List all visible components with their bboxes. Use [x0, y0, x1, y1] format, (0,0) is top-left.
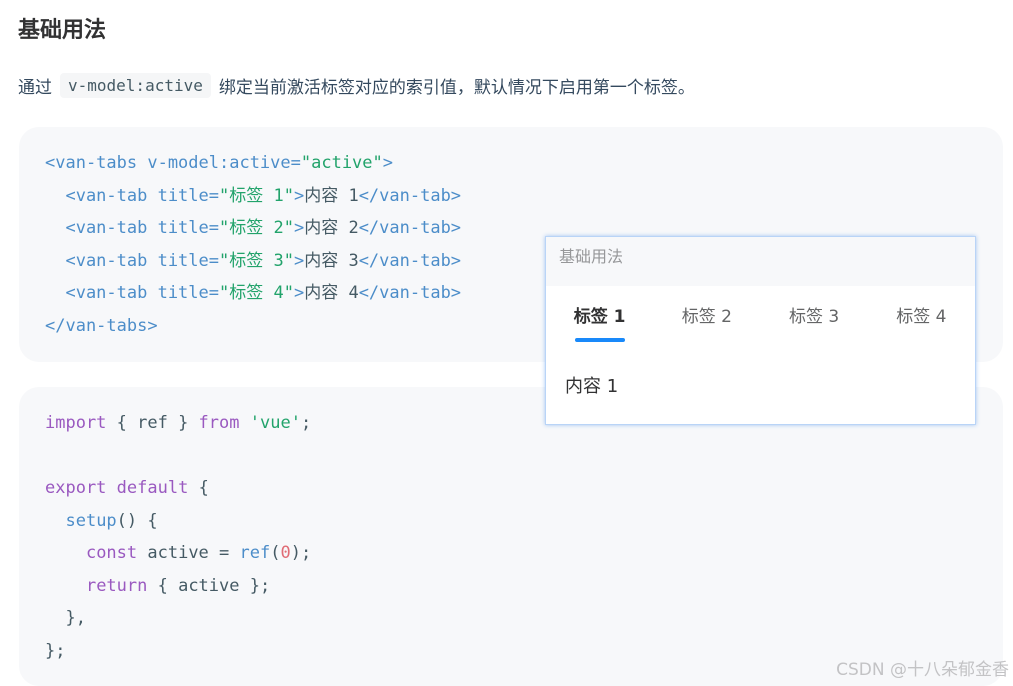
code-token: > [382, 153, 394, 173]
code-token: }; [45, 640, 66, 661]
code-token: setup [65, 510, 117, 531]
section-description: 通过 v-model:active 绑定当前激活标签对应的索引值，默认情况下启用… [18, 70, 695, 100]
code-token: { [188, 478, 209, 498]
active-tab-indicator [574, 338, 625, 342]
tab-label: 标签 2 [681, 306, 732, 327]
code-token: ref [239, 543, 271, 563]
code-token: "标签 2" [219, 218, 294, 238]
code-token: export [45, 478, 107, 498]
script-code-block[interactable]: import { ref } from 'vue'; export defaul… [19, 387, 1003, 686]
code-token: 'vue' [249, 413, 301, 433]
code-token: 内容 3 [304, 250, 359, 271]
demo-preview-panel: 基础用法 标签 1 标签 2 标签 3 标签 4 内容 1 [545, 236, 976, 425]
code-line: setup() { [45, 505, 311, 538]
tabs-nav: 标签 1 标签 2 标签 3 标签 4 [546, 286, 975, 342]
code-token: 0 [280, 543, 291, 563]
code-line: export default { [45, 472, 311, 505]
code-token: const [85, 543, 138, 563]
code-token: </van-tab> [358, 218, 462, 238]
code-line: const active = ref(0); [45, 537, 311, 570]
code-token: }, [45, 608, 86, 628]
code-token: <van-tab title= [45, 185, 219, 206]
code-line: }, [45, 602, 311, 635]
code-token: import [45, 413, 107, 433]
code-token: { ref } [106, 413, 199, 433]
section-title: 基础用法 [18, 18, 107, 43]
tab-label: 标签 4 [896, 306, 947, 327]
code-token: > [293, 218, 305, 238]
code-line: import { ref } from 'vue'; [45, 407, 311, 440]
preview-header: 基础用法 [546, 237, 975, 286]
code-token: from [198, 413, 240, 433]
code-token: "标签 3" [219, 250, 294, 271]
code-token: 内容 1 [304, 185, 359, 206]
code-token: () { [116, 510, 158, 531]
code-token: "active" [300, 153, 383, 173]
code-line: <van-tab title="标签 3">内容 3</van-tab> [45, 245, 461, 278]
code-token: <van-tab title= [45, 218, 219, 238]
code-lines: <van-tabs v-model:active="active"> <van-… [45, 147, 461, 342]
code-token: </van-tab> [358, 283, 462, 303]
code-line: return { active }; [45, 570, 311, 603]
code-token: active = [137, 543, 240, 563]
code-token: <van-tab title= [45, 283, 219, 303]
inline-code-v-model: v-model:active [60, 72, 211, 98]
code-token: <van-tab title= [45, 250, 219, 271]
tab-label: 标签 1 [573, 306, 626, 327]
code-token: ( [270, 543, 281, 563]
tab-3[interactable]: 标签 3 [761, 286, 868, 342]
code-token: ); [290, 543, 312, 563]
watermark: CSDN @十八朵郁金香 [836, 660, 1009, 680]
code-token: 内容 4 [304, 283, 359, 303]
code-line: </van-tabs> [45, 310, 461, 343]
code-line: }; [45, 635, 311, 668]
code-lines: import { ref } from 'vue'; export defaul… [45, 407, 311, 667]
tab-2[interactable]: 标签 2 [653, 286, 760, 342]
code-token: > [293, 185, 305, 206]
code-line: <van-tab title="标签 4">内容 4</van-tab> [45, 277, 461, 310]
code-token: ; [300, 413, 312, 433]
code-token: "标签 4" [219, 283, 294, 303]
tab-4[interactable]: 标签 4 [868, 286, 975, 342]
code-token: { active }; [147, 575, 271, 596]
code-token: default [116, 478, 189, 498]
code-token: 内容 2 [304, 218, 359, 238]
code-token: </van-tab> [358, 185, 462, 206]
code-line: <van-tab title="标签 2">内容 2</van-tab> [45, 212, 461, 245]
code-token: <van-tabs v-model:active= [45, 153, 301, 173]
tab-1[interactable]: 标签 1 [546, 286, 653, 342]
tab-content: 内容 1 [565, 376, 619, 397]
desc-text-before: 通过 [18, 77, 52, 98]
tab-label: 标签 3 [789, 306, 840, 327]
code-token: </van-tab> [358, 250, 462, 271]
code-token: > [293, 283, 305, 303]
code-token: "标签 1" [219, 185, 294, 206]
desc-text-after: 绑定当前激活标签对应的索引值，默认情况下启用第一个标签。 [218, 77, 695, 98]
code-line: <van-tabs v-model:active="active"> [45, 147, 461, 180]
code-token: return [85, 575, 148, 596]
code-line: <van-tab title="标签 1">内容 1</van-tab> [45, 180, 461, 213]
code-token: > [293, 250, 305, 271]
code-token: </van-tabs> [45, 315, 158, 336]
